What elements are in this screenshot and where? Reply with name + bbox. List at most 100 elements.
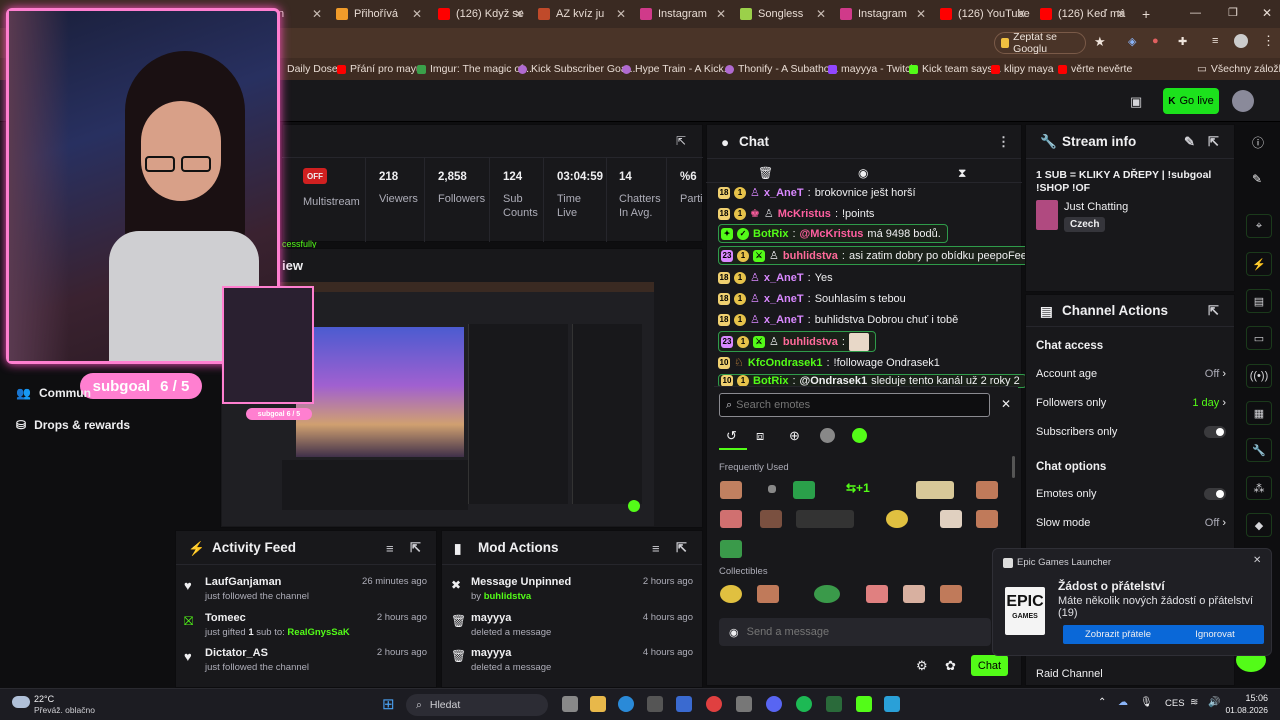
account-age-row[interactable]: Account age Off › (1036, 368, 1226, 380)
close-icon[interactable]: ✕ (514, 7, 524, 21)
discord-icon[interactable] (766, 696, 782, 712)
gear-icon[interactable]: ⚙ (916, 658, 928, 674)
app-icon[interactable] (736, 696, 752, 712)
rail-button[interactable]: ▤ (1246, 289, 1272, 313)
bookmark-item[interactable]: Thonify - A Subatho... (725, 63, 838, 75)
chat-input-box[interactable]: ◉ (719, 618, 991, 646)
ask-google-button[interactable]: Zeptat se Googlu (994, 31, 1086, 55)
window-close-icon[interactable]: ✕ (1262, 6, 1272, 20)
clock-date[interactable]: 01.08.2026 (1224, 705, 1268, 715)
tag-badge[interactable]: Czech (1064, 217, 1106, 232)
close-icon[interactable]: ✕ (616, 7, 626, 21)
channel-avatar-icon[interactable] (820, 428, 835, 443)
minimize-icon[interactable]: — (1190, 7, 1201, 19)
emote[interactable] (886, 510, 908, 528)
emote[interactable] (793, 481, 815, 499)
bookmark-item[interactable]: Daily Dose (287, 63, 338, 75)
globe-icon[interactable]: ⊕ (789, 428, 800, 444)
chat-message[interactable]: 10 ♘ KfcOndrasek1: !followage Ondrasek1 (718, 353, 940, 372)
emote[interactable] (757, 585, 779, 603)
chat-message-highlighted[interactable]: 23 1 ⚔ ♙ buhlidstva: (718, 331, 876, 352)
emotes-only-row[interactable]: Emotes only (1036, 488, 1226, 500)
weather-temp[interactable]: 22°C (34, 694, 54, 704)
excel-icon[interactable] (826, 696, 842, 712)
popout-icon[interactable]: ⇱ (1208, 303, 1219, 319)
close-icon[interactable]: ✕ (312, 7, 322, 21)
nav-drops-rewards[interactable]: ⛁ Drops & rewards (16, 418, 130, 432)
browser-tab[interactable]: Songless ✕ (732, 4, 830, 24)
weather-desc[interactable]: Převáž. oblačno (34, 705, 95, 715)
emote[interactable] (976, 510, 998, 528)
emote[interactable] (976, 481, 998, 499)
pencil-icon[interactable]: ✎ (1184, 134, 1195, 150)
emote[interactable] (796, 510, 854, 528)
kick-emotes-icon[interactable] (852, 428, 867, 443)
rail-button[interactable]: 🔧 (1246, 438, 1272, 462)
user-avatar[interactable] (1232, 90, 1254, 112)
rail-button[interactable]: ◆ (1246, 513, 1272, 537)
theater-mode-icon[interactable]: ▣ (1130, 94, 1142, 110)
language-indicator[interactable]: CES (1165, 698, 1185, 709)
popout-icon[interactable]: ⇱ (1208, 134, 1219, 150)
star-icon[interactable]: ★ (1094, 34, 1106, 50)
chrome-icon[interactable] (706, 696, 722, 712)
wifi-icon[interactable]: ≋ (1190, 697, 1198, 708)
emote[interactable] (760, 510, 782, 528)
rail-button[interactable]: ⌖ (1246, 214, 1272, 238)
chat-message[interactable]: 18 1 ♙ x_AneT: Yes (718, 268, 833, 287)
browser-tab[interactable]: Instagram ✕ (632, 4, 730, 24)
followers-only-row[interactable]: Followers only 1 day › (1036, 397, 1226, 409)
emote[interactable] (720, 481, 742, 499)
media-icon[interactable]: ≡ (1212, 35, 1218, 47)
close-icon[interactable]: ✕ (716, 7, 726, 21)
bookmark-item[interactable]: Imgur: The magic of... (417, 63, 532, 75)
task-view-icon[interactable] (562, 696, 578, 712)
volume-icon[interactable]: 🔊 (1208, 697, 1220, 708)
close-icon[interactable]: ✕ (1001, 397, 1011, 411)
rail-button[interactable]: ((•)) (1246, 364, 1272, 388)
bookmark-item[interactable]: věrte nevěrte (1058, 63, 1132, 75)
taskbar-search[interactable]: ⌕ Hledat (406, 694, 548, 716)
emote[interactable] (903, 585, 925, 603)
file-explorer-icon[interactable] (590, 696, 606, 712)
raid-channel-button[interactable]: Raid Channel (1036, 668, 1103, 680)
rail-button[interactable]: ▭ (1246, 326, 1272, 350)
rail-button[interactable]: ⚡ (1246, 252, 1272, 276)
close-icon[interactable]: ✕ (412, 7, 422, 21)
edge-icon[interactable] (618, 696, 634, 712)
pencil-icon[interactable]: ✎ (1252, 172, 1262, 186)
chat-message-highlighted[interactable]: ✦ ✓ BotRix: @McKristus má 9498 bodů. (718, 224, 948, 243)
chat-message[interactable]: 18 1 ♚ ♙ McKristus: !points (718, 204, 874, 223)
subscribers-only-toggle[interactable] (1204, 426, 1226, 438)
channel-emotes-icon[interactable]: ⧈ (756, 428, 764, 444)
slow-mode-row[interactable]: Slow mode Off › (1036, 517, 1226, 529)
emote-scrollbar[interactable] (1012, 456, 1015, 478)
app-icon[interactable] (647, 696, 663, 712)
chat-message[interactable]: 18 1 ♙ x_AneT: buhlidstva Dobrou chuť i tob… (718, 310, 958, 329)
recent-icon[interactable]: ↺ (726, 428, 737, 444)
bookmark-item[interactable]: mayyya - Twitch (828, 63, 916, 75)
bookmark-item[interactable]: Kick team says... (909, 63, 1001, 75)
close-icon[interactable]: ✕ (1116, 7, 1126, 21)
info-icon[interactable]: ⓘ (1252, 134, 1264, 151)
popout-icon[interactable]: ⇱ (410, 540, 421, 556)
multistream-off-badge[interactable]: OFF (303, 168, 327, 184)
mail-icon[interactable] (676, 696, 692, 712)
browser-tab[interactable]: Přihořívá ✕ (328, 4, 426, 24)
browser-tab[interactable]: (126) YouTube ✕ (932, 4, 1030, 24)
kick-icon[interactable] (856, 696, 872, 712)
bookmark-item[interactable]: Kick Subscriber Goa... (518, 63, 635, 75)
bookmark-item[interactable]: Přání pro mayu (337, 63, 422, 75)
extension-icon[interactable]: ✿ (945, 658, 956, 674)
browser-tab[interactable]: AZ kvíz ju ✕ (530, 4, 630, 24)
ignore-button[interactable]: Ignorovat (1166, 625, 1264, 644)
menu-dots-icon[interactable]: ⋮ (997, 134, 1010, 150)
onedrive-icon[interactable]: ☁ (1118, 697, 1128, 708)
emote[interactable]: ⇆+1 (846, 481, 880, 499)
emote-search-input[interactable] (736, 399, 967, 411)
chat-message[interactable]: 18 1 ♙ x_AneT: brokovnice ješt horší (718, 183, 916, 202)
subscribers-only-row[interactable]: Subscribers only (1036, 426, 1226, 438)
send-message-input[interactable] (746, 626, 967, 638)
browser-tab[interactable]: (126) Když se ✕ (430, 4, 528, 24)
spotify-icon[interactable] (796, 696, 812, 712)
